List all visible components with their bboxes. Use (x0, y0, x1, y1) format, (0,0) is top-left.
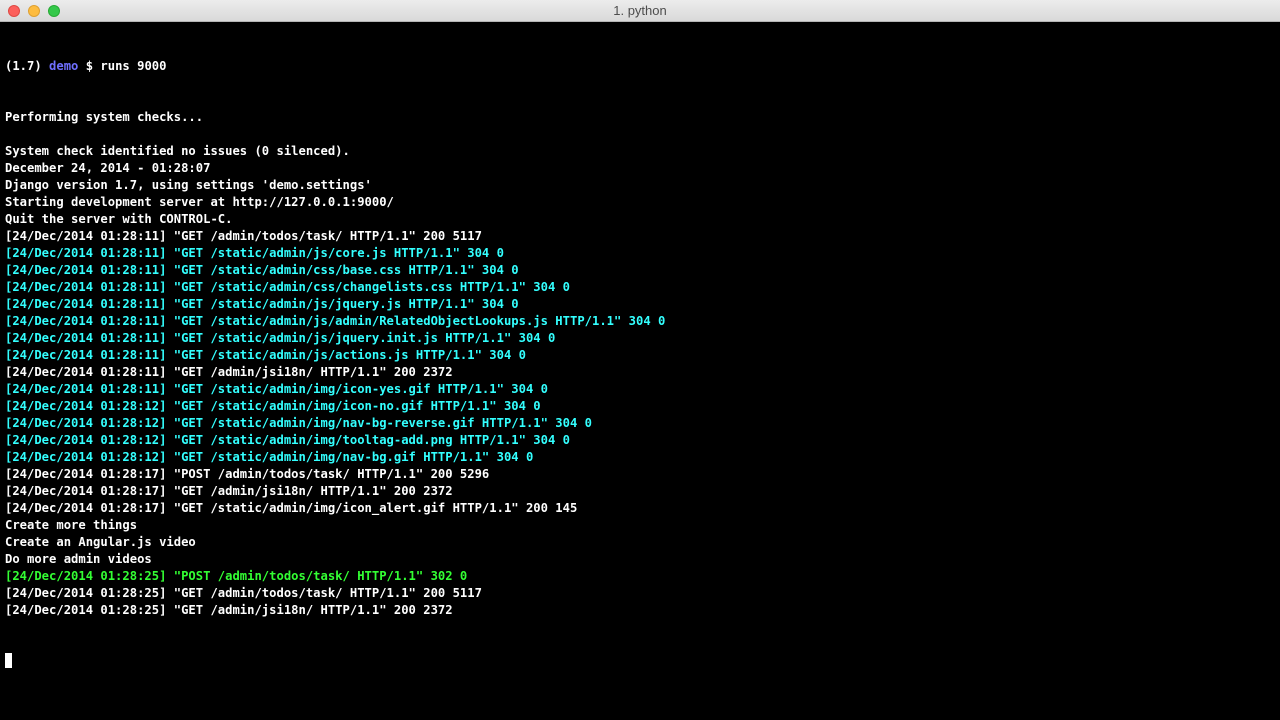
log-line: [24/Dec/2014 01:28:11] "GET /static/admi… (5, 246, 504, 260)
log-line: [24/Dec/2014 01:28:25] "GET /admin/jsi18… (5, 603, 453, 617)
terminal-output[interactable]: (1.7) demo $ runs 9000 Performing system… (5, 24, 1280, 720)
log-line: Django version 1.7, using settings 'demo… (5, 178, 372, 192)
prompt-line: (1.7) demo $ runs 9000 (5, 58, 1280, 75)
log-line: December 24, 2014 - 01:28:07 (5, 161, 211, 175)
log-line: Performing system checks... (5, 110, 204, 124)
log-line: [24/Dec/2014 01:28:11] "GET /static/admi… (5, 382, 548, 396)
log-lines: Performing system checks... System check … (5, 109, 1280, 619)
log-line: [24/Dec/2014 01:28:12] "GET /static/admi… (5, 433, 570, 447)
prompt-command: runs 9000 (100, 59, 167, 73)
log-line: System check identified no issues (0 sil… (5, 144, 350, 158)
title-bar[interactable]: 1. python (0, 0, 1280, 22)
log-line: [24/Dec/2014 01:28:25] "GET /admin/todos… (5, 586, 482, 600)
log-line: [24/Dec/2014 01:28:11] "GET /static/admi… (5, 331, 556, 345)
window-title: 1. python (613, 3, 667, 18)
log-line: [24/Dec/2014 01:28:11] "GET /admin/todos… (5, 229, 482, 243)
log-line: [24/Dec/2014 01:28:11] "GET /static/admi… (5, 297, 519, 311)
log-line: [24/Dec/2014 01:28:11] "GET /admin/jsi18… (5, 365, 453, 379)
terminal-window: 1. python (1.7) demo $ runs 9000 Perform… (0, 0, 1280, 720)
log-line: Do more admin videos (5, 552, 152, 566)
log-line: [24/Dec/2014 01:28:25] "POST /admin/todo… (5, 569, 468, 583)
log-line: [24/Dec/2014 01:28:17] "POST /admin/todo… (5, 467, 490, 481)
log-line: [24/Dec/2014 01:28:17] "GET /static/admi… (5, 501, 578, 515)
prompt-env: (1.7) (5, 59, 42, 73)
log-line: Create more things (5, 518, 138, 532)
log-line: [24/Dec/2014 01:28:12] "GET /static/admi… (5, 399, 541, 413)
log-line: Quit the server with CONTROL-C. (5, 212, 233, 226)
log-line: [24/Dec/2014 01:28:17] "GET /admin/jsi18… (5, 484, 453, 498)
log-line: [24/Dec/2014 01:28:11] "GET /static/admi… (5, 314, 666, 328)
log-line: [24/Dec/2014 01:28:11] "GET /static/admi… (5, 348, 526, 362)
prompt-symbol: $ (85, 59, 94, 73)
log-line: [24/Dec/2014 01:28:12] "GET /static/admi… (5, 450, 534, 464)
log-line: [24/Dec/2014 01:28:11] "GET /static/admi… (5, 280, 570, 294)
cursor-line[interactable] (5, 653, 1280, 670)
log-line: Starting development server at http://12… (5, 195, 394, 209)
log-line: Create an Angular.js video (5, 535, 196, 549)
prompt-dir: demo (49, 59, 79, 73)
log-line: [24/Dec/2014 01:28:11] "GET /static/admi… (5, 263, 519, 277)
log-line: [24/Dec/2014 01:28:12] "GET /static/admi… (5, 416, 592, 430)
text-cursor (5, 653, 12, 668)
